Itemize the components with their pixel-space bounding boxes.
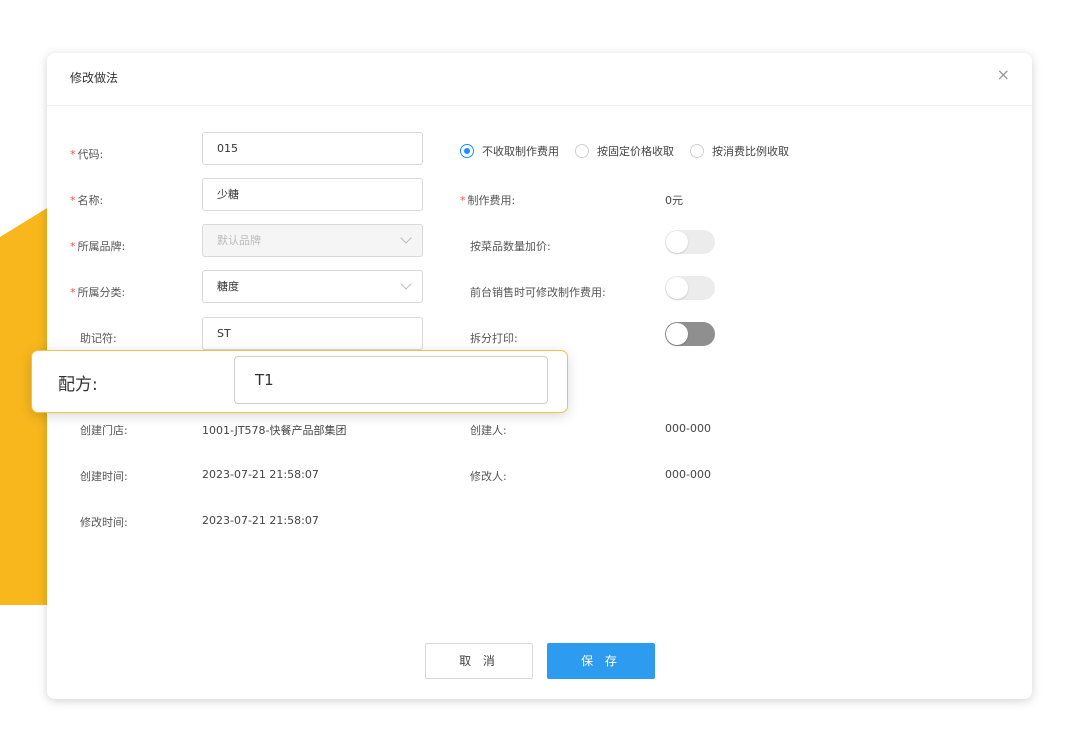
creator-value: 000-000 <box>665 422 711 435</box>
split-print-toggle[interactable] <box>665 322 715 346</box>
created-time-value: 2023-07-21 21:58:07 <box>202 468 319 481</box>
code-label: * 代码: <box>70 148 104 161</box>
toggle-knob <box>666 231 688 253</box>
modifier-label: 修改人: <box>470 470 507 483</box>
pos-editable-toggle[interactable] <box>665 276 715 300</box>
fee-mode-radio-group: 不收取制作费用 按固定价格收取 按消费比例收取 <box>460 143 805 159</box>
dialog-title: 修改做法 <box>70 71 119 85</box>
mnemonic-label: 助记符: <box>80 332 117 345</box>
recipe-highlight-callout: 配方: T1 <box>31 350 568 413</box>
radio-no-fee-label: 不收取制作费用 <box>482 145 559 158</box>
fee-label: * 制作费用: <box>460 194 516 207</box>
radio-consumption-ratio[interactable]: 按消费比例收取 <box>690 143 789 159</box>
radio-fixed-price-label: 按固定价格收取 <box>597 145 674 158</box>
brand-label: * 所属品牌: <box>70 240 126 253</box>
modified-time-label: 修改时间: <box>80 516 128 529</box>
mnemonic-input[interactable]: ST <box>202 317 423 350</box>
creator-label: 创建人: <box>470 424 507 437</box>
pos-editable-label: 前台销售时可修改制作费用: <box>470 286 606 299</box>
dialog-header: 修改做法 × <box>47 53 1032 106</box>
radio-no-fee[interactable]: 不收取制作费用 <box>460 143 559 159</box>
qty-markup-label: 按菜品数量加价: <box>470 240 551 253</box>
code-input[interactable]: 015 <box>202 132 423 165</box>
recipe-input[interactable]: T1 <box>234 356 548 404</box>
store-value: 1001-JT578-快餐产品部集团 <box>202 424 347 437</box>
category-select[interactable]: 糖度 <box>202 270 423 303</box>
name-input[interactable]: 少糖 <box>202 178 423 211</box>
radio-unchecked-icon <box>575 144 589 158</box>
close-icon[interactable]: × <box>997 65 1010 85</box>
qty-markup-toggle[interactable] <box>665 230 715 254</box>
brand-select-value: 默认品牌 <box>217 234 261 247</box>
created-time-label: 创建时间: <box>80 470 128 483</box>
category-select-value: 糖度 <box>217 280 239 293</box>
radio-consumption-ratio-label: 按消费比例收取 <box>712 145 789 158</box>
toggle-knob <box>666 323 688 345</box>
radio-fixed-price[interactable]: 按固定价格收取 <box>575 143 674 159</box>
brand-select: 默认品牌 <box>202 224 423 257</box>
save-button[interactable]: 保 存 <box>547 643 655 679</box>
toggle-knob <box>666 277 688 299</box>
store-label: 创建门店: <box>80 424 128 437</box>
recipe-label: 配方: <box>58 375 98 395</box>
name-label: * 名称: <box>70 194 104 207</box>
modifier-value: 000-000 <box>665 468 711 481</box>
radio-checked-icon <box>460 144 474 158</box>
split-print-label: 拆分打印: <box>470 332 518 345</box>
chevron-down-icon <box>400 278 412 290</box>
category-label: * 所属分类: <box>70 286 126 299</box>
fee-value: 0元 <box>665 194 683 207</box>
chevron-down-icon <box>400 232 412 244</box>
modified-time-value: 2023-07-21 21:58:07 <box>202 514 319 527</box>
cancel-button[interactable]: 取 消 <box>425 643 533 679</box>
radio-unchecked-icon <box>690 144 704 158</box>
